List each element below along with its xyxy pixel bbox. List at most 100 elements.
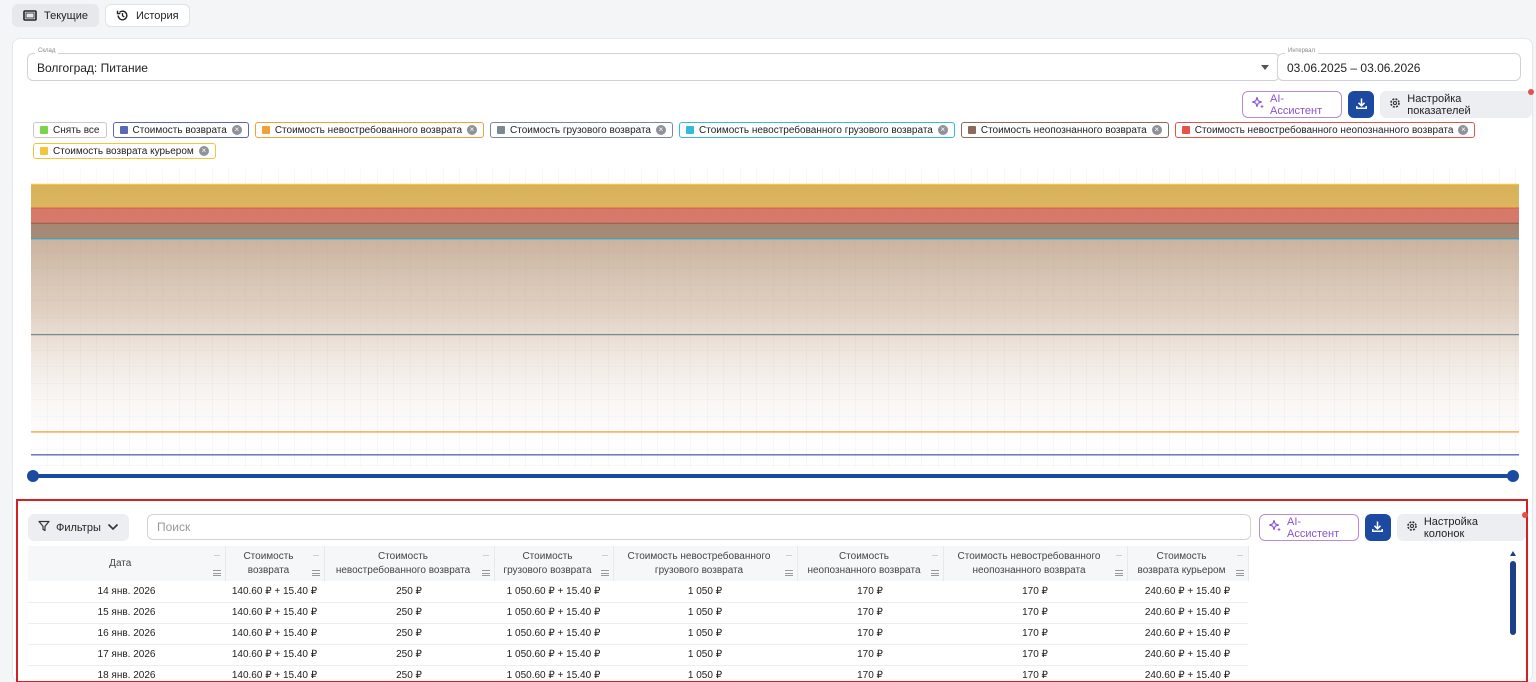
column-header[interactable]: Стоимость неопознанного возврата ··· — [797, 546, 944, 581]
column-menu-icon[interactable]: ··· — [313, 548, 320, 562]
table-cell: 1 050 ₽ — [613, 581, 797, 603]
chart-range-slider[interactable] — [27, 470, 1519, 482]
search-input[interactable] — [148, 515, 1250, 539]
table-body: 14 янв. 2026 140.60 ₽ + 15.40 ₽250 ₽1 050… — [28, 581, 1248, 682]
legend-chip[interactable]: Стоимость невостребованного неопознанног… — [1174, 122, 1476, 138]
legend-chip-label: Стоимость возврата курьером — [53, 145, 194, 157]
table-scrollbar[interactable] — [1510, 551, 1516, 681]
column-drag-icon[interactable] — [1235, 570, 1244, 576]
range-handle-start[interactable] — [27, 470, 39, 482]
remove-chip-icon[interactable]: × — [1151, 125, 1162, 135]
legend-chip-label: Стоимость неопознанного возврата — [980, 124, 1147, 136]
legend-chip[interactable]: Стоимость невостребованного грузового во… — [679, 122, 955, 138]
table-row[interactable]: 15 янв. 2026 140.60 ₽ + 15.40 ₽250 ₽1 050… — [28, 602, 1248, 624]
chart-ai-assistant-button[interactable]: AI-Ассистент — [1242, 91, 1343, 118]
legend-swatch — [40, 147, 48, 155]
column-header[interactable]: Стоимость грузового возврата ··· — [494, 546, 614, 581]
tab-current[interactable]: Текущие — [12, 4, 99, 27]
chart-download-button[interactable] — [1348, 91, 1375, 118]
scrollbar-thumb[interactable] — [1510, 561, 1516, 635]
sparkle-icon — [1251, 96, 1265, 113]
table-cell: 240.60 ₽ + 15.40 ₽ — [1127, 581, 1248, 603]
table-cell: 1 050 ₽ — [613, 623, 797, 645]
notification-dot — [1528, 89, 1534, 95]
filters-button[interactable]: Фильтры — [28, 514, 129, 541]
chart-settings-button[interactable]: Настройка показателей — [1380, 89, 1534, 118]
column-drag-icon[interactable] — [930, 570, 939, 576]
legend-swatch — [119, 126, 128, 134]
series-legend: Снять все Стоимость возврата × Стоимость не… — [33, 122, 1523, 159]
table-cell: 140.60 ₽ + 15.40 ₽ — [225, 581, 324, 603]
table-cell: 1 050.60 ₽ + 15.40 ₽ — [494, 581, 613, 603]
column-header[interactable]: Стоимость невостребованного неопознанного… — [943, 546, 1128, 581]
table-cell: 240.60 ₽ + 15.40 ₽ — [1127, 602, 1248, 624]
table-cell: 170 ₽ — [943, 644, 1127, 666]
tab-history[interactable]: История — [104, 4, 190, 27]
legend-chip[interactable]: Стоимость возврата × — [112, 122, 249, 138]
table-row[interactable]: 18 янв. 2026 140.60 ₽ + 15.40 ₽250 ₽1 050… — [28, 665, 1248, 682]
legend-chip-label: Стоимость возврата — [132, 124, 227, 136]
column-header-line2: неопознанного возврата — [807, 564, 921, 576]
remove-chip-icon[interactable]: × — [231, 125, 242, 135]
range-handle-end[interactable] — [1507, 470, 1519, 482]
table-download-button[interactable] — [1364, 514, 1391, 541]
remove-chip-icon[interactable]: × — [198, 146, 209, 156]
legend-swatch — [967, 126, 976, 134]
column-header[interactable]: Стоимость невостребованного грузового воз… — [613, 546, 798, 581]
legend-swatch — [40, 126, 48, 134]
chart-toolbar: AI-Ассистент Настройка показателей — [1242, 89, 1534, 118]
column-drag-icon[interactable] — [481, 570, 490, 576]
column-drag-icon[interactable] — [212, 570, 221, 576]
remove-chip-icon[interactable]: × — [656, 125, 666, 135]
column-menu-icon[interactable]: ··· — [214, 548, 221, 562]
table-row[interactable]: 16 янв. 2026 140.60 ₽ + 15.40 ₽250 ₽1 050… — [28, 623, 1248, 645]
remove-chip-icon[interactable]: × — [937, 125, 948, 135]
column-menu-icon[interactable]: ··· — [1237, 548, 1244, 562]
column-drag-icon[interactable] — [311, 570, 320, 576]
table-cell: 1 050.60 ₽ + 15.40 ₽ — [494, 623, 613, 645]
column-drag-icon[interactable] — [600, 570, 609, 576]
table-cell: 1 050.60 ₽ + 15.40 ₽ — [494, 644, 613, 666]
remove-chip-icon[interactable]: × — [1458, 125, 1469, 135]
column-drag-icon[interactable] — [784, 570, 793, 576]
table-cell: 250 ₽ — [324, 644, 494, 666]
column-header[interactable]: Дата ··· — [28, 546, 226, 581]
legend-chip-label: Стоимость грузового возврата — [510, 124, 651, 136]
warehouse-select[interactable]: Склад Волгоград: Питание — [27, 48, 1280, 81]
column-menu-icon[interactable]: ··· — [1116, 548, 1123, 562]
column-menu-icon[interactable]: ··· — [483, 548, 490, 562]
legend-chip[interactable]: Стоимость невостребованного возврата × — [254, 122, 485, 138]
table-ai-assistant-button[interactable]: AI-Ассистент — [1259, 514, 1359, 541]
table-cell: 250 ₽ — [324, 623, 494, 645]
scroll-up-arrow-icon[interactable] — [1510, 551, 1516, 556]
table-row[interactable]: 14 янв. 2026 140.60 ₽ + 15.40 ₽250 ₽1 050… — [28, 581, 1248, 603]
table-header-row: Дата ··· Стоимость возврата ··· Стоимость нево… — [28, 546, 1249, 581]
column-menu-icon[interactable]: ··· — [602, 548, 609, 562]
table-ai-assistant-label: AI-Ассистент — [1287, 515, 1340, 540]
column-header[interactable]: Стоимость невостребованного возврата ··· — [324, 546, 495, 581]
legend-chip[interactable]: Стоимость неопознанного возврата × — [960, 122, 1169, 138]
column-header-line2: невостребованного возврата — [335, 564, 471, 576]
column-settings-button[interactable]: Настройка колонок — [1396, 512, 1529, 541]
column-menu-icon[interactable]: ··· — [786, 548, 793, 562]
legend-chip[interactable]: Снять все — [33, 122, 107, 138]
legend-chip[interactable]: Стоимость возврата курьером × — [33, 143, 216, 159]
legend-swatch — [686, 126, 694, 134]
range-track — [33, 474, 1513, 478]
chart-settings-label: Настройка показателей — [1407, 92, 1471, 117]
column-drag-icon[interactable] — [1114, 570, 1123, 576]
remove-chip-icon[interactable]: × — [467, 125, 478, 135]
column-menu-icon[interactable]: ··· — [932, 548, 939, 562]
table-row[interactable]: 17 янв. 2026 140.60 ₽ + 15.40 ₽250 ₽1 050… — [28, 644, 1248, 666]
table-cell: 170 ₽ — [943, 665, 1127, 682]
search-field[interactable] — [147, 514, 1251, 540]
legend-chip[interactable]: Стоимость грузового возврата × — [490, 122, 673, 138]
column-header[interactable]: Стоимость возврата ··· — [225, 546, 325, 581]
report-card: Склад Волгоград: Питание Интервал 03.06.… — [12, 38, 1534, 682]
column-header-line1: Стоимость — [377, 550, 429, 562]
column-header-line2: возврата курьером — [1137, 564, 1226, 576]
column-header[interactable]: Стоимость возврата курьером ··· — [1127, 546, 1249, 581]
column-header-line1: Дата — [109, 557, 132, 569]
table-cell: 250 ₽ — [324, 581, 494, 603]
interval-field[interactable]: Интервал 03.06.2025 – 03.06.2026 — [1277, 48, 1521, 81]
